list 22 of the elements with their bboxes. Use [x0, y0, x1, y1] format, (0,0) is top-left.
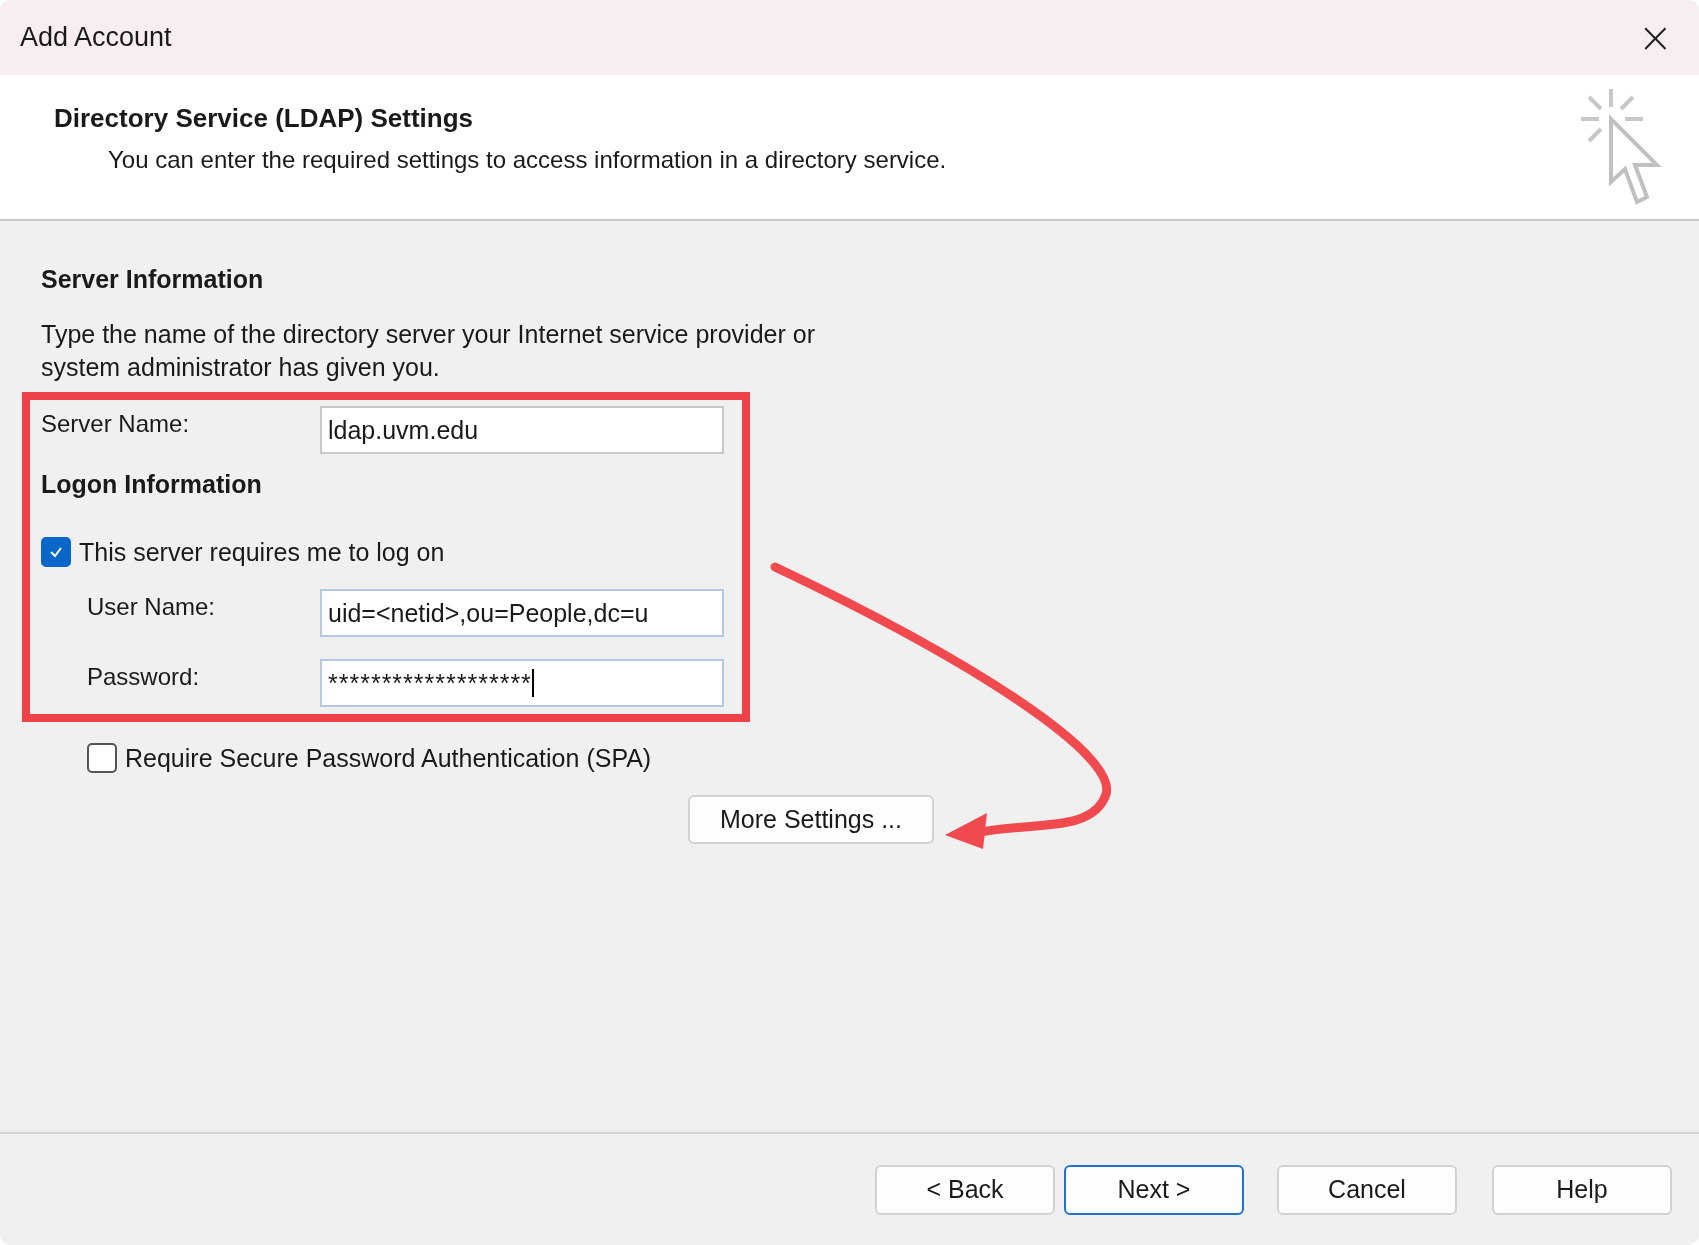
close-button[interactable]: ×: [1631, 16, 1679, 59]
user-name-field[interactable]: uid=<netid>,ou=People,dc=u: [320, 589, 724, 637]
password-field[interactable]: *******************: [320, 659, 724, 707]
section-heading: Logon Information: [41, 470, 262, 499]
page-heading: Directory Service (LDAP) Settings: [54, 103, 474, 134]
more-settings-button[interactable]: More Settings ...: [688, 795, 934, 844]
page-subtitle: You can enter the required settings to access information in a directory service.: [108, 146, 947, 174]
instruction-text: Type the name of the directory server your Internet service provider or system administrator has given you.: [41, 319, 816, 383]
server-name-field[interactable]: ldap.uvm.edu: [320, 406, 724, 454]
field-label: Password:: [87, 663, 201, 691]
checkbox-label: This server requires me to log on: [79, 537, 445, 567]
checkbox-label: Require Secure Password Authentication (SPA): [125, 743, 652, 773]
checkbox[interactable]: [41, 537, 71, 567]
field-label: User Name:: [87, 593, 217, 621]
window-title: Add Account: [20, 22, 172, 53]
checkbox[interactable]: [87, 743, 117, 773]
dialog-button[interactable]: < Back: [875, 1164, 1055, 1215]
section-heading: Server Information: [41, 265, 264, 294]
dialog-button[interactable]: Help: [1492, 1164, 1672, 1215]
dialog-button[interactable]: Next >: [1064, 1164, 1244, 1215]
dialog-button[interactable]: Cancel: [1277, 1164, 1457, 1215]
field-label: Server Name:: [41, 410, 191, 438]
